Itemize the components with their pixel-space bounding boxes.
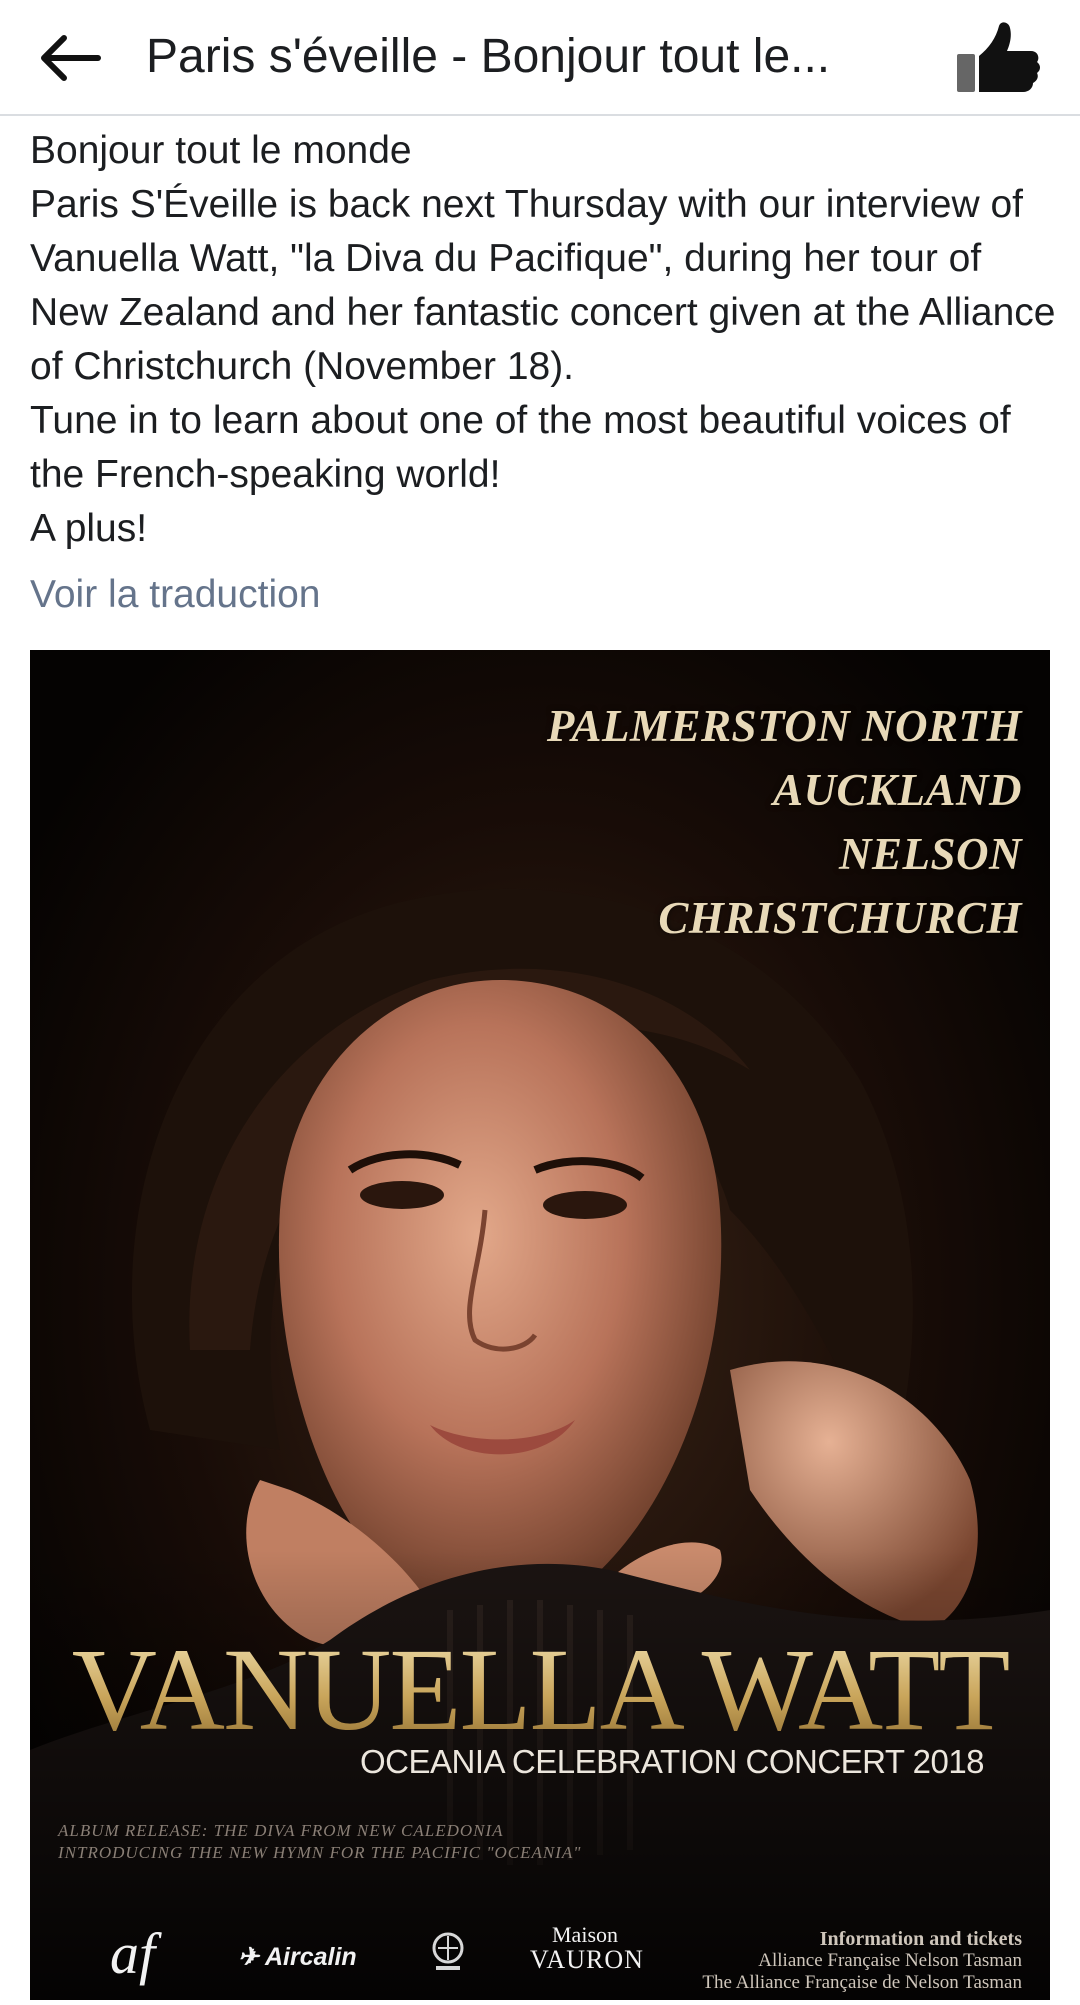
city-label: PALMERSTON NORTH xyxy=(546,701,1022,751)
aircalin-label: Aircalin xyxy=(264,1943,357,1971)
back-button[interactable] xyxy=(34,22,106,94)
top-app-bar: Paris s'éveille - Bonjour tout le... xyxy=(0,0,1080,116)
sponsor-logos: af ✈ Aircalin Maison VAURON Information … xyxy=(30,1920,1050,2000)
post-paragraph: Paris S'Éveille is back next Thursday wi… xyxy=(30,183,1056,388)
thumbs-up-icon xyxy=(957,22,1040,92)
vauron-label: VAURON xyxy=(530,1945,644,1974)
ticket-info-line: The Alliance Française de Nelson Tasman xyxy=(702,1972,1022,1993)
vauron-small-label: Maison xyxy=(552,1922,618,1947)
vauron-logo: Maison VAURON xyxy=(530,1922,644,1974)
af-logo: af xyxy=(110,1921,156,1986)
artist-name: VANUELLA WATT xyxy=(30,1625,1050,1755)
ticket-info-line: Alliance Française Nelson Tasman xyxy=(758,1950,1022,1971)
post-greeting: Bonjour tout le monde xyxy=(30,129,412,172)
post-paragraph: Tune in to learn about one of the most b… xyxy=(30,399,1011,496)
post-text: Bonjour tout le monde Paris S'Éveille is… xyxy=(30,124,1060,556)
like-button[interactable] xyxy=(952,14,1044,100)
plane-icon: ✈ xyxy=(238,1943,259,1971)
city-label: AUCKLAND xyxy=(772,765,1022,815)
ticket-info: Information and tickets Alliance Françai… xyxy=(702,1928,1022,1994)
page-title: Paris s'éveille - Bonjour tout le... xyxy=(146,30,831,83)
concert-subtitle: OCEANIA CELEBRATION CONCERT 2018 xyxy=(360,1743,985,1780)
album-line: INTRODUCING THE NEW HYMN FOR THE PACIFIC… xyxy=(58,1843,582,1862)
album-line: ALBUM RELEASE: THE DIVA FROM NEW CALEDON… xyxy=(58,1821,504,1840)
arrow-left-icon xyxy=(41,35,101,81)
aircalin-logo: ✈ Aircalin xyxy=(238,1942,357,1972)
emblem-icon xyxy=(432,1932,464,1970)
city-label: CHRISTCHURCH xyxy=(658,893,1022,943)
tour-cities: PALMERSTON NORTH AUCKLAND NELSON CHRISTC… xyxy=(547,694,1022,950)
post-image-poster[interactable]: PALMERSTON NORTH AUCKLAND NELSON CHRISTC… xyxy=(30,650,1050,2000)
post-signoff: A plus! xyxy=(30,507,148,550)
city-label: NELSON xyxy=(838,829,1022,879)
album-note: ALBUM RELEASE: THE DIVA FROM NEW CALEDON… xyxy=(58,1820,958,1864)
ticket-info-heading: Information and tickets xyxy=(819,1928,1022,1950)
see-translation-link[interactable]: Voir la traduction xyxy=(30,568,321,622)
